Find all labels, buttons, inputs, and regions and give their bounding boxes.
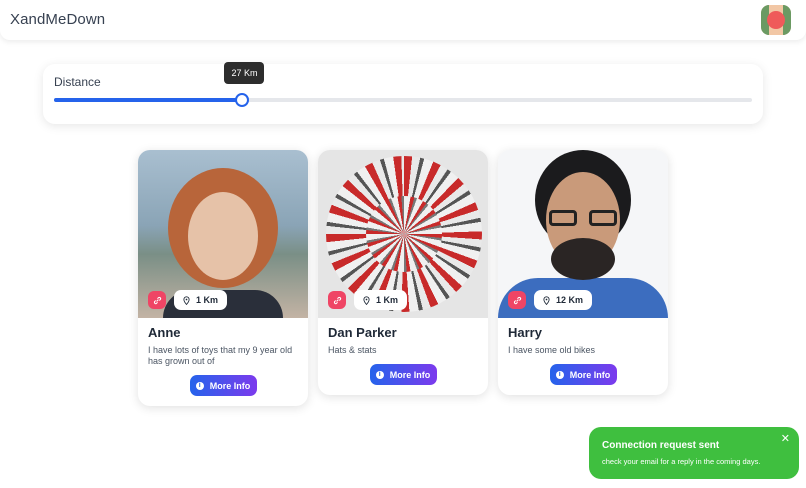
distance-filter-panel: Distance 27 Km [43, 62, 763, 124]
distance-value-tooltip: 27 Km [224, 62, 265, 84]
profile-card: 12 Km Harry I have some old bikes i More… [498, 150, 668, 395]
connect-link-button[interactable] [148, 291, 166, 309]
app-logo[interactable]: XandMeDown [10, 11, 105, 28]
user-avatar-button[interactable] [761, 5, 791, 35]
user-avatar-icon [767, 11, 785, 29]
card-description: Hats & stats [328, 345, 377, 355]
info-icon: i [375, 370, 384, 379]
distance-badge: 1 Km [174, 290, 228, 310]
location-pin-icon [363, 295, 370, 305]
more-info-label: More Info [209, 380, 251, 391]
more-info-button[interactable]: i More Info [549, 364, 617, 385]
toast-notification: Connection request sent check your email… [589, 427, 799, 479]
link-icon [153, 296, 161, 304]
profile-photo: 1 Km [318, 150, 488, 318]
card-name: Harry [508, 325, 542, 340]
profile-photo: 12 Km [498, 150, 668, 318]
photo-badges: 1 Km [148, 290, 228, 310]
photo-beard [551, 238, 615, 280]
location-pin-icon [543, 295, 550, 305]
connect-link-button[interactable] [508, 291, 526, 309]
profile-photo: 1 Km [138, 150, 308, 318]
distance-slider-fill [54, 98, 243, 102]
more-info-label: More Info [389, 369, 431, 380]
photo-swirl-pattern [326, 156, 482, 312]
connect-link-button[interactable] [328, 291, 346, 309]
more-info-label: More Info [569, 369, 611, 380]
toast-title: Connection request sent [602, 440, 720, 451]
card-body: Harry I have some old bikes i More Info [498, 318, 668, 395]
top-bar: XandMeDown [0, 0, 806, 40]
profile-card: 1 Km Dan Parker Hats & stats i More Info [318, 150, 488, 395]
distance-badge-text: 1 Km [376, 295, 399, 305]
card-name: Dan Parker [328, 325, 397, 340]
toast-message: check your email for a reply in the comi… [602, 457, 761, 466]
close-icon[interactable]: ✕ [781, 432, 790, 445]
info-icon: i [555, 370, 564, 379]
photo-badges: 1 Km [328, 290, 408, 310]
photo-face [188, 192, 258, 280]
card-body: Dan Parker Hats & stats i More Info [318, 318, 488, 395]
link-icon [333, 296, 341, 304]
more-info-button[interactable]: i More Info [189, 375, 257, 396]
location-pin-icon [183, 295, 190, 305]
card-name: Anne [148, 325, 181, 340]
more-info-button[interactable]: i More Info [369, 364, 437, 385]
card-body: Anne I have lots of toys that my 9 year … [138, 318, 308, 406]
profile-card: 1 Km Anne I have lots of toys that my 9 … [138, 150, 308, 406]
distance-badge-text: 12 Km [556, 295, 584, 305]
distance-badge: 12 Km [534, 290, 593, 310]
distance-slider[interactable]: 27 Km [54, 62, 752, 107]
card-description: I have some old bikes [508, 345, 596, 355]
photo-badges: 12 Km [508, 290, 593, 310]
info-icon: i [195, 381, 204, 390]
photo-swirl-center [366, 196, 442, 272]
distance-slider-thumb[interactable] [235, 93, 250, 107]
distance-badge-text: 1 Km [196, 295, 219, 305]
photo-glasses [549, 210, 617, 226]
distance-label: Distance [54, 75, 101, 89]
link-icon [513, 296, 521, 304]
distance-badge: 1 Km [354, 290, 408, 310]
card-description: I have lots of toys that my 9 year old h… [148, 345, 293, 366]
